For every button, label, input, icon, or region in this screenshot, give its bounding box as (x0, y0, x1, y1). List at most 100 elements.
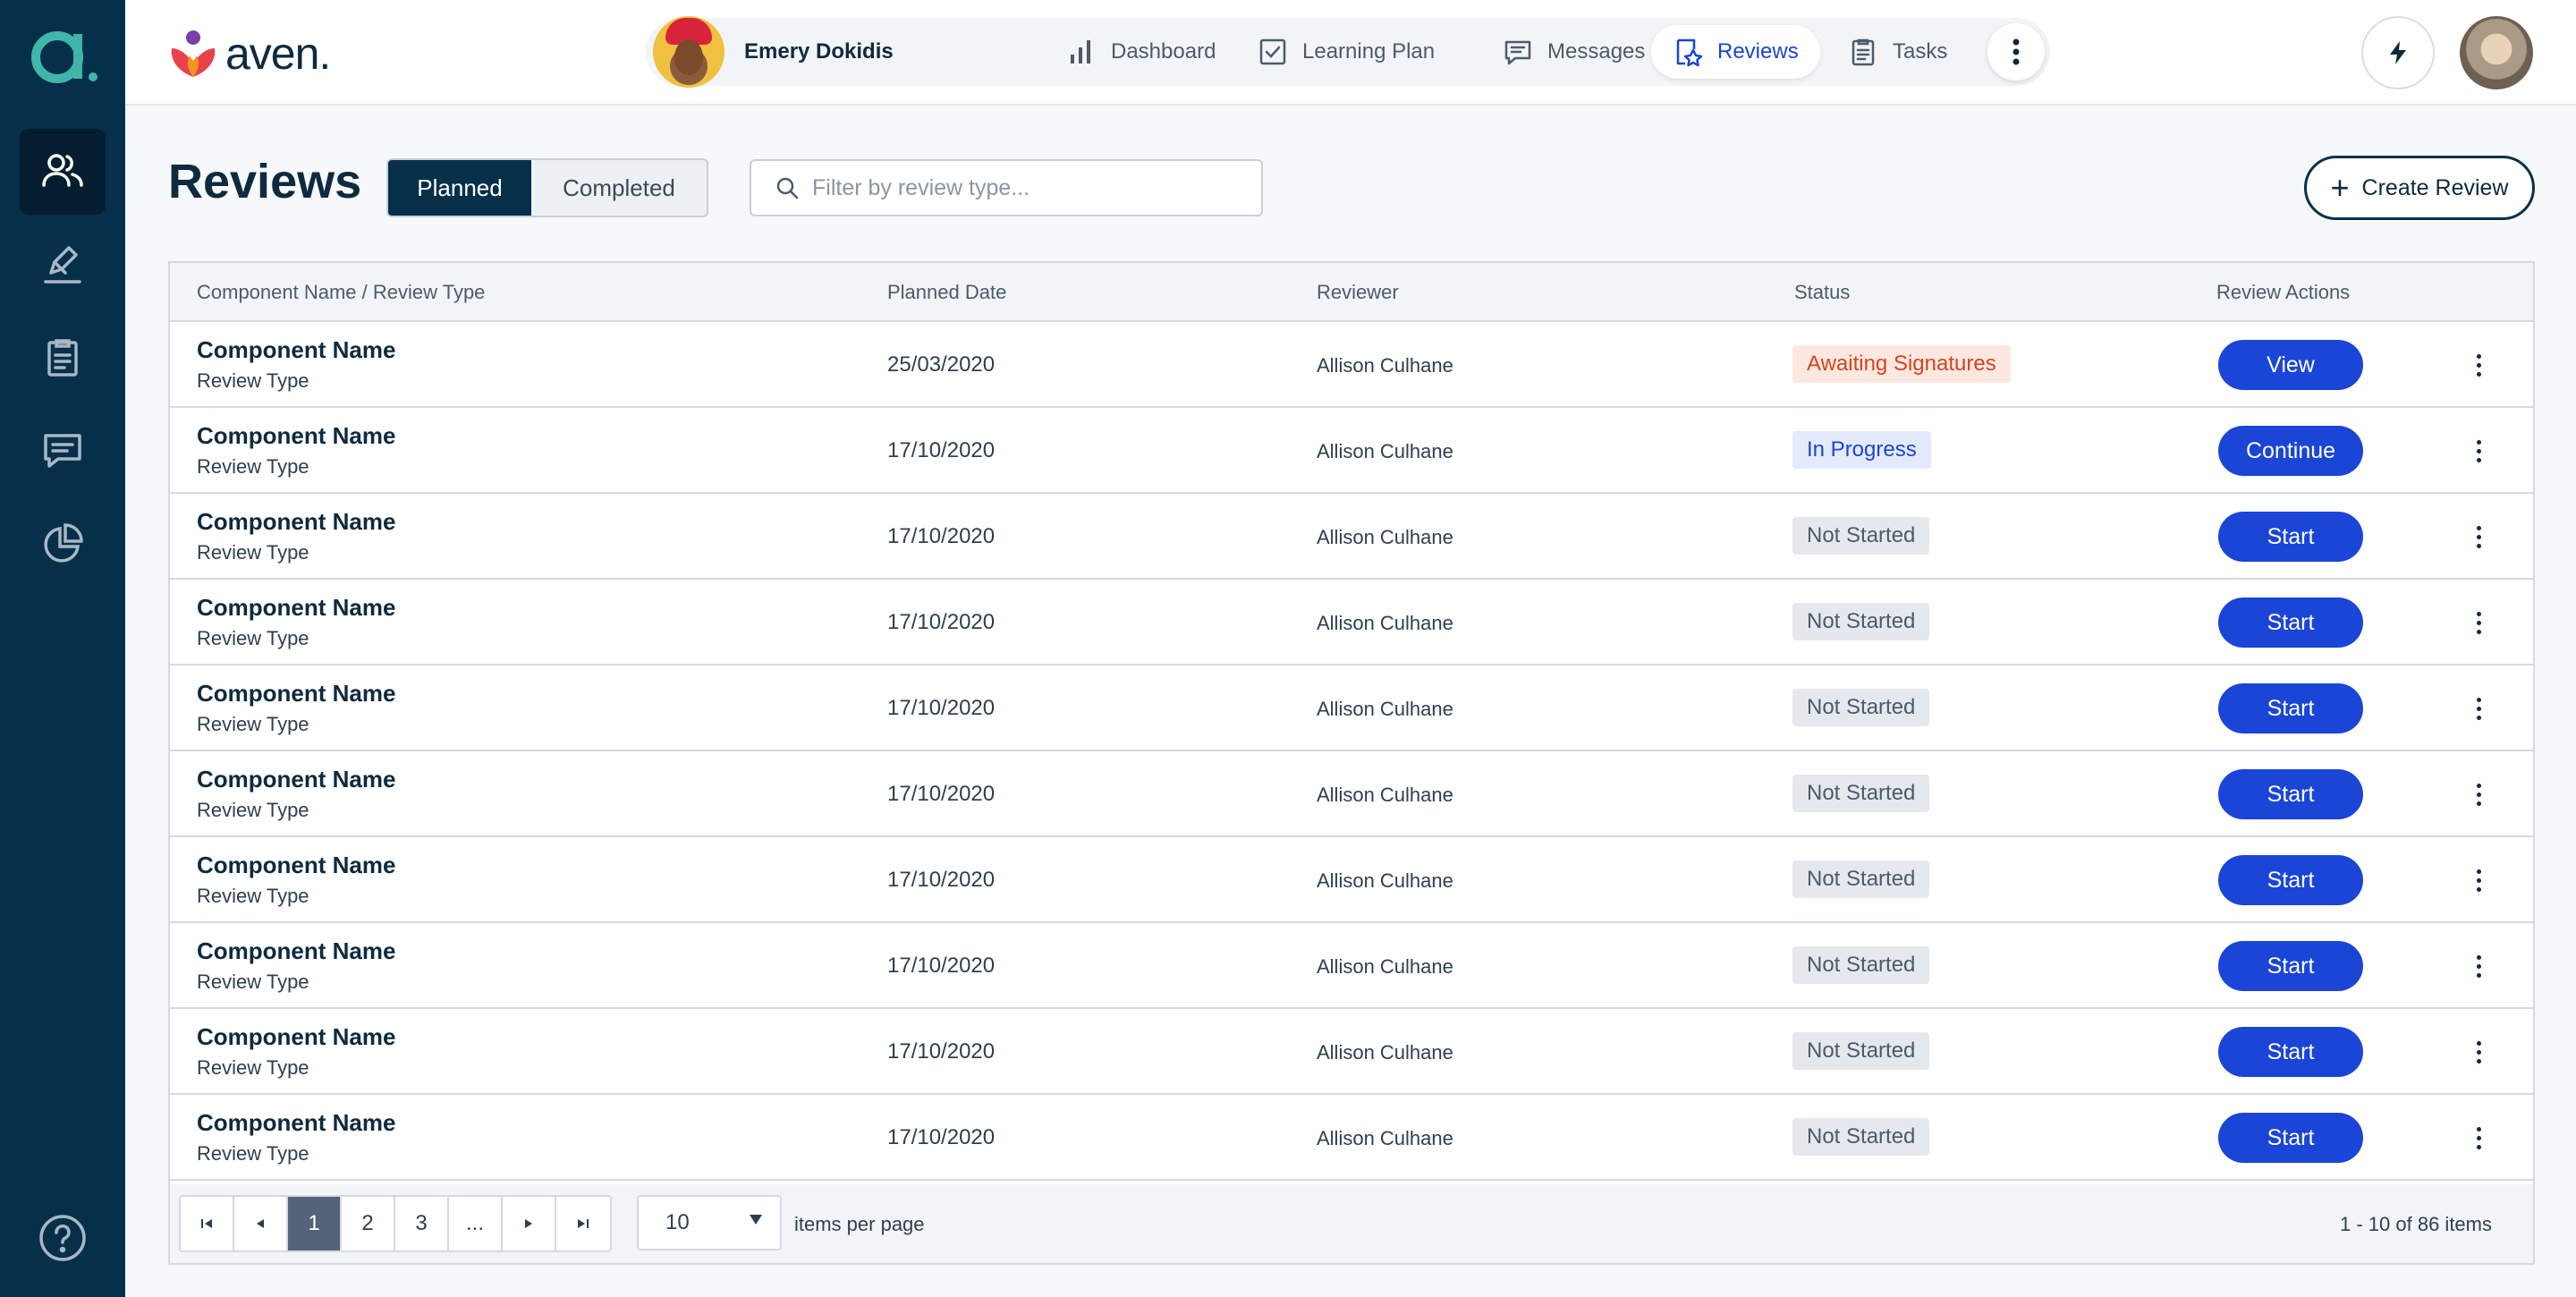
table-row[interactable]: Component Name Review Type 17/10/2020 Allis… (170, 923, 2533, 1009)
planned-date: 17/10/2020 (887, 696, 996, 720)
page-button-3[interactable]: 3 (395, 1197, 449, 1250)
review-action-button[interactable]: Start (2218, 855, 2363, 905)
component-cell: Component Name Review Type (197, 680, 395, 736)
row-more-icon[interactable] (2465, 1034, 2492, 1070)
table-row[interactable]: Component Name Review Type 17/10/2020 Allis… (170, 1095, 2533, 1181)
completed-tab[interactable]: Completed (531, 160, 707, 216)
table-row[interactable]: Component Name Review Type 25/03/2020 Allis… (170, 322, 2533, 408)
component-cell: Component Name Review Type (197, 937, 395, 994)
row-more-icon[interactable] (2465, 1120, 2492, 1156)
items-per-page-label: items per page (794, 1213, 925, 1235)
nav-item-tasks[interactable]: Tasks (1826, 25, 1969, 79)
review-action-button[interactable]: Continue (2218, 426, 2363, 476)
planned-date: 17/10/2020 (887, 782, 996, 806)
aven-a-logo-icon[interactable] (27, 21, 98, 93)
col-header-name[interactable]: Component Name / Review Type (197, 281, 485, 304)
review-action-button[interactable]: Start (2218, 1027, 2363, 1077)
quick-actions-button[interactable] (2361, 16, 2435, 89)
prev-page-button[interactable] (234, 1197, 288, 1250)
reviewer-name: Allison Culhane (1317, 440, 1453, 462)
page-button-2[interactable]: 2 (342, 1197, 395, 1250)
nav-item-reviews[interactable]: Reviews (1651, 25, 1820, 79)
status-badge: Not Started (1792, 1118, 1930, 1156)
component-name[interactable]: Component Name (197, 937, 395, 965)
component-name[interactable]: Component Name (197, 508, 395, 536)
component-name[interactable]: Component Name (197, 594, 395, 622)
first-page-button[interactable] (181, 1197, 234, 1250)
reviews-table: Component Name / Review Type Planned Dat… (168, 261, 2535, 1265)
table-row[interactable]: Component Name Review Type 17/10/2020 Allis… (170, 751, 2533, 837)
rail-item-pen[interactable] (20, 222, 106, 308)
reviewer-name: Allison Culhane (1317, 869, 1453, 892)
planned-date: 17/10/2020 (887, 438, 996, 462)
nav-user[interactable]: Emery Dokidis (653, 16, 894, 88)
chat-icon (44, 434, 81, 468)
review-action-button[interactable]: Start (2218, 598, 2363, 648)
review-type: Review Type (197, 885, 309, 907)
component-cell: Component Name Review Type (197, 336, 395, 393)
page-button-ellipsis[interactable]: ... (449, 1197, 503, 1250)
nav-more-button[interactable] (1987, 23, 2045, 81)
table-row[interactable]: Component Name Review Type 17/10/2020 Allis… (170, 580, 2533, 665)
filter-input[interactable] (812, 174, 1241, 201)
review-type: Review Type (197, 1142, 309, 1165)
table-row[interactable]: Component Name Review Type 17/10/2020 Allis… (170, 1009, 2533, 1095)
component-cell: Component Name Review Type (197, 1023, 395, 1080)
review-action-button[interactable]: Start (2218, 1113, 2363, 1163)
clipboard-icon (1852, 38, 1875, 66)
review-type: Review Type (197, 1056, 309, 1079)
nav-label-tasks: Tasks (1893, 39, 1948, 64)
col-header-actions: Review Actions (2216, 281, 2351, 303)
nav-item-messages[interactable]: Messages (1481, 25, 1666, 79)
page-button-1[interactable]: 1 (288, 1197, 342, 1250)
review-action-button[interactable]: Start (2218, 512, 2363, 562)
rail-item-analytics[interactable] (20, 501, 106, 587)
row-more-icon[interactable] (2465, 433, 2492, 469)
reviewer-name: Allison Culhane (1317, 612, 1453, 634)
user-avatar (653, 16, 724, 88)
rail-item-clipboard[interactable] (20, 315, 106, 401)
profile-avatar[interactable] (2460, 16, 2533, 89)
col-header-date[interactable]: Planned Date (887, 281, 1006, 304)
component-name[interactable]: Component Name (197, 680, 395, 708)
row-more-icon[interactable] (2465, 948, 2492, 984)
rail-item-people[interactable] (20, 129, 106, 215)
review-type: Review Type (197, 455, 309, 478)
row-more-icon[interactable] (2465, 862, 2492, 898)
planned-tab[interactable]: Planned (388, 160, 531, 216)
row-more-icon[interactable] (2465, 605, 2492, 640)
table-row[interactable]: Component Name Review Type 17/10/2020 Allis… (170, 408, 2533, 494)
nav-item-dashboard[interactable]: Dashboard (1045, 25, 1237, 79)
table-row[interactable]: Component Name Review Type 17/10/2020 Allis… (170, 494, 2533, 580)
review-action-button[interactable]: Start (2218, 769, 2363, 819)
component-name[interactable]: Component Name (197, 422, 395, 450)
component-name[interactable]: Component Name (197, 336, 395, 364)
component-name[interactable]: Component Name (197, 852, 395, 879)
row-more-icon[interactable] (2465, 347, 2492, 383)
review-action-button[interactable]: View (2218, 340, 2363, 390)
last-page-button[interactable] (556, 1197, 610, 1250)
review-action-button[interactable]: Start (2218, 941, 2363, 991)
rail-item-messages[interactable] (20, 408, 106, 494)
create-review-button[interactable]: + Create Review (2304, 156, 2535, 220)
row-more-icon[interactable] (2465, 691, 2492, 726)
items-per-page-value: 10 (665, 1210, 690, 1234)
col-header-status[interactable]: Status (1794, 281, 1850, 304)
items-per-page-select[interactable]: 10 (637, 1195, 782, 1250)
row-more-icon[interactable] (2465, 776, 2492, 812)
row-more-icon[interactable] (2465, 519, 2492, 555)
component-name[interactable]: Component Name (197, 1023, 395, 1051)
component-name[interactable]: Component Name (197, 1109, 395, 1137)
table-row[interactable]: Component Name Review Type 17/10/2020 Allis… (170, 665, 2533, 751)
brand-logo[interactable]: aven. (166, 25, 331, 82)
next-page-button[interactable] (503, 1197, 556, 1250)
help-icon[interactable] (38, 1213, 88, 1263)
nav-item-learning-plan[interactable]: Learning Plan (1236, 25, 1456, 79)
status-badge: Not Started (1792, 517, 1930, 555)
status-badge: Not Started (1792, 860, 1930, 898)
table-row[interactable]: Component Name Review Type 17/10/2020 Allis… (170, 837, 2533, 923)
review-action-button[interactable]: Start (2218, 683, 2363, 733)
component-name[interactable]: Component Name (197, 766, 395, 793)
pagination-info: 1 - 10 of 86 items (2340, 1213, 2492, 1235)
col-header-reviewer[interactable]: Reviewer (1317, 281, 1399, 304)
